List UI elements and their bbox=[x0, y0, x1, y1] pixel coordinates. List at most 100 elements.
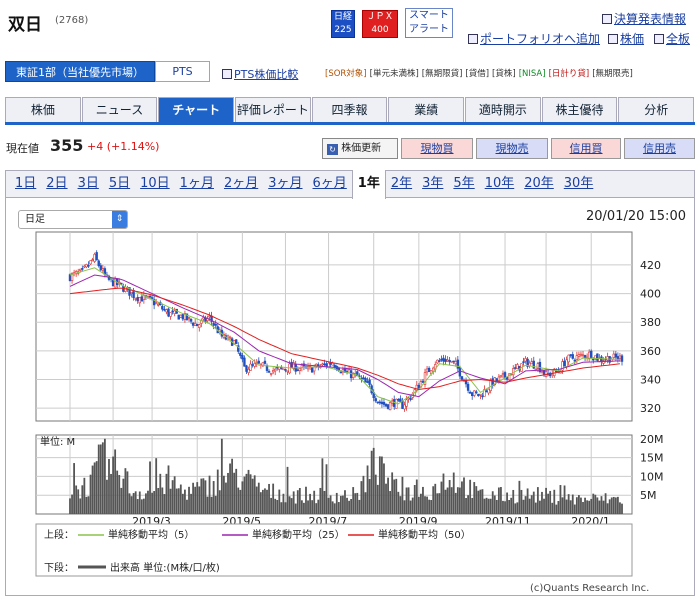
volume-bar bbox=[602, 500, 605, 514]
volume-bar bbox=[276, 499, 279, 514]
candle-body bbox=[407, 397, 410, 400]
volume-bar bbox=[101, 442, 104, 514]
volume-tick-label: 15M bbox=[640, 452, 664, 465]
candle-body bbox=[130, 292, 133, 294]
volume-bar bbox=[274, 498, 277, 514]
volume-bar bbox=[305, 486, 307, 514]
candle-body bbox=[497, 376, 501, 381]
volume-bar bbox=[487, 498, 490, 514]
volume-bar bbox=[342, 495, 344, 514]
volume-bar bbox=[171, 480, 174, 514]
volume-bar bbox=[329, 495, 332, 514]
volume-bar bbox=[510, 497, 513, 514]
candle-body bbox=[214, 324, 217, 326]
candle-body bbox=[267, 371, 271, 373]
volume-bar bbox=[489, 498, 492, 514]
candle-body bbox=[251, 364, 254, 366]
candle-body bbox=[388, 402, 392, 411]
candle-body bbox=[471, 392, 474, 397]
volume-bar bbox=[103, 438, 106, 514]
volume-bar bbox=[186, 499, 188, 514]
volume-tick-label: 20M bbox=[640, 433, 664, 446]
volume-bar bbox=[362, 475, 365, 514]
candle-body bbox=[323, 363, 326, 366]
volume-bar bbox=[352, 487, 355, 514]
volume-bar bbox=[126, 471, 129, 514]
volume-bar bbox=[153, 491, 156, 514]
price-tick-label: 340 bbox=[640, 373, 661, 386]
volume-bar bbox=[374, 474, 377, 514]
volume-bar bbox=[405, 487, 408, 514]
candle-body bbox=[386, 404, 390, 409]
volume-bar bbox=[491, 491, 494, 514]
volume-bar bbox=[138, 491, 141, 514]
candle-body bbox=[612, 353, 615, 358]
candle-body bbox=[247, 369, 250, 374]
volume-bar bbox=[614, 497, 617, 514]
candle-body bbox=[257, 360, 260, 364]
volume-bar bbox=[220, 438, 223, 514]
volume-bar bbox=[407, 487, 410, 514]
candle-body bbox=[298, 368, 302, 371]
volume-bar bbox=[83, 477, 86, 514]
volume-bar bbox=[354, 493, 357, 514]
volume-bar bbox=[473, 482, 476, 514]
volume-bar bbox=[502, 500, 504, 514]
candle-body bbox=[212, 323, 215, 326]
candle-body bbox=[421, 380, 425, 383]
volume-bar bbox=[559, 485, 562, 514]
volume-bar bbox=[454, 492, 457, 514]
volume-bar bbox=[485, 497, 488, 514]
volume-bar bbox=[130, 496, 133, 514]
candle-body bbox=[380, 401, 384, 404]
volume-bar bbox=[194, 486, 197, 514]
candle-body bbox=[263, 360, 267, 364]
volume-bar bbox=[469, 479, 472, 514]
candle-body bbox=[198, 324, 201, 328]
volume-bar bbox=[286, 466, 289, 514]
volume-bar bbox=[520, 489, 523, 514]
volume-bar bbox=[161, 487, 164, 514]
candle-body bbox=[501, 373, 505, 376]
volume-bar bbox=[446, 487, 449, 514]
candle-body bbox=[312, 366, 316, 372]
legend-lower-label: 下段： bbox=[44, 561, 74, 574]
candle-body bbox=[154, 302, 158, 305]
candle-body bbox=[581, 354, 585, 357]
candle-body bbox=[208, 315, 211, 318]
candle-body bbox=[339, 371, 343, 374]
volume-bar bbox=[290, 498, 293, 514]
volume-bar bbox=[399, 496, 402, 514]
candle-body bbox=[565, 359, 568, 367]
candle-body bbox=[310, 367, 314, 373]
volume-bar bbox=[241, 481, 244, 514]
candle-body bbox=[177, 314, 180, 320]
volume-bar bbox=[536, 487, 539, 514]
volume-bar bbox=[294, 503, 297, 514]
volume-bar bbox=[608, 499, 611, 514]
volume-bar bbox=[387, 477, 389, 514]
candle-body bbox=[399, 398, 402, 402]
volume-bar bbox=[463, 477, 465, 514]
price-tick-label: 360 bbox=[640, 345, 661, 358]
volume-bar bbox=[313, 490, 316, 514]
candle-body bbox=[460, 376, 464, 380]
volume-bar bbox=[366, 465, 369, 514]
volume-bar bbox=[508, 499, 511, 514]
volume-bar bbox=[99, 444, 102, 514]
candle-body bbox=[157, 304, 160, 306]
legend-volume-label: 出来高 単位:(M株/口/枚) bbox=[110, 561, 220, 574]
candle-body bbox=[362, 377, 365, 379]
volume-bar bbox=[555, 504, 558, 514]
volume-bar bbox=[506, 492, 508, 514]
volume-bar bbox=[417, 496, 420, 514]
volume-bar bbox=[149, 461, 151, 514]
volume-bar bbox=[411, 497, 414, 514]
candle-body bbox=[530, 361, 533, 365]
volume-bar bbox=[204, 480, 207, 514]
volume-bar bbox=[370, 450, 373, 514]
volume-bar bbox=[151, 492, 153, 514]
volume-bar bbox=[309, 493, 311, 514]
candle-body bbox=[440, 358, 443, 361]
volume-bar bbox=[588, 500, 591, 514]
